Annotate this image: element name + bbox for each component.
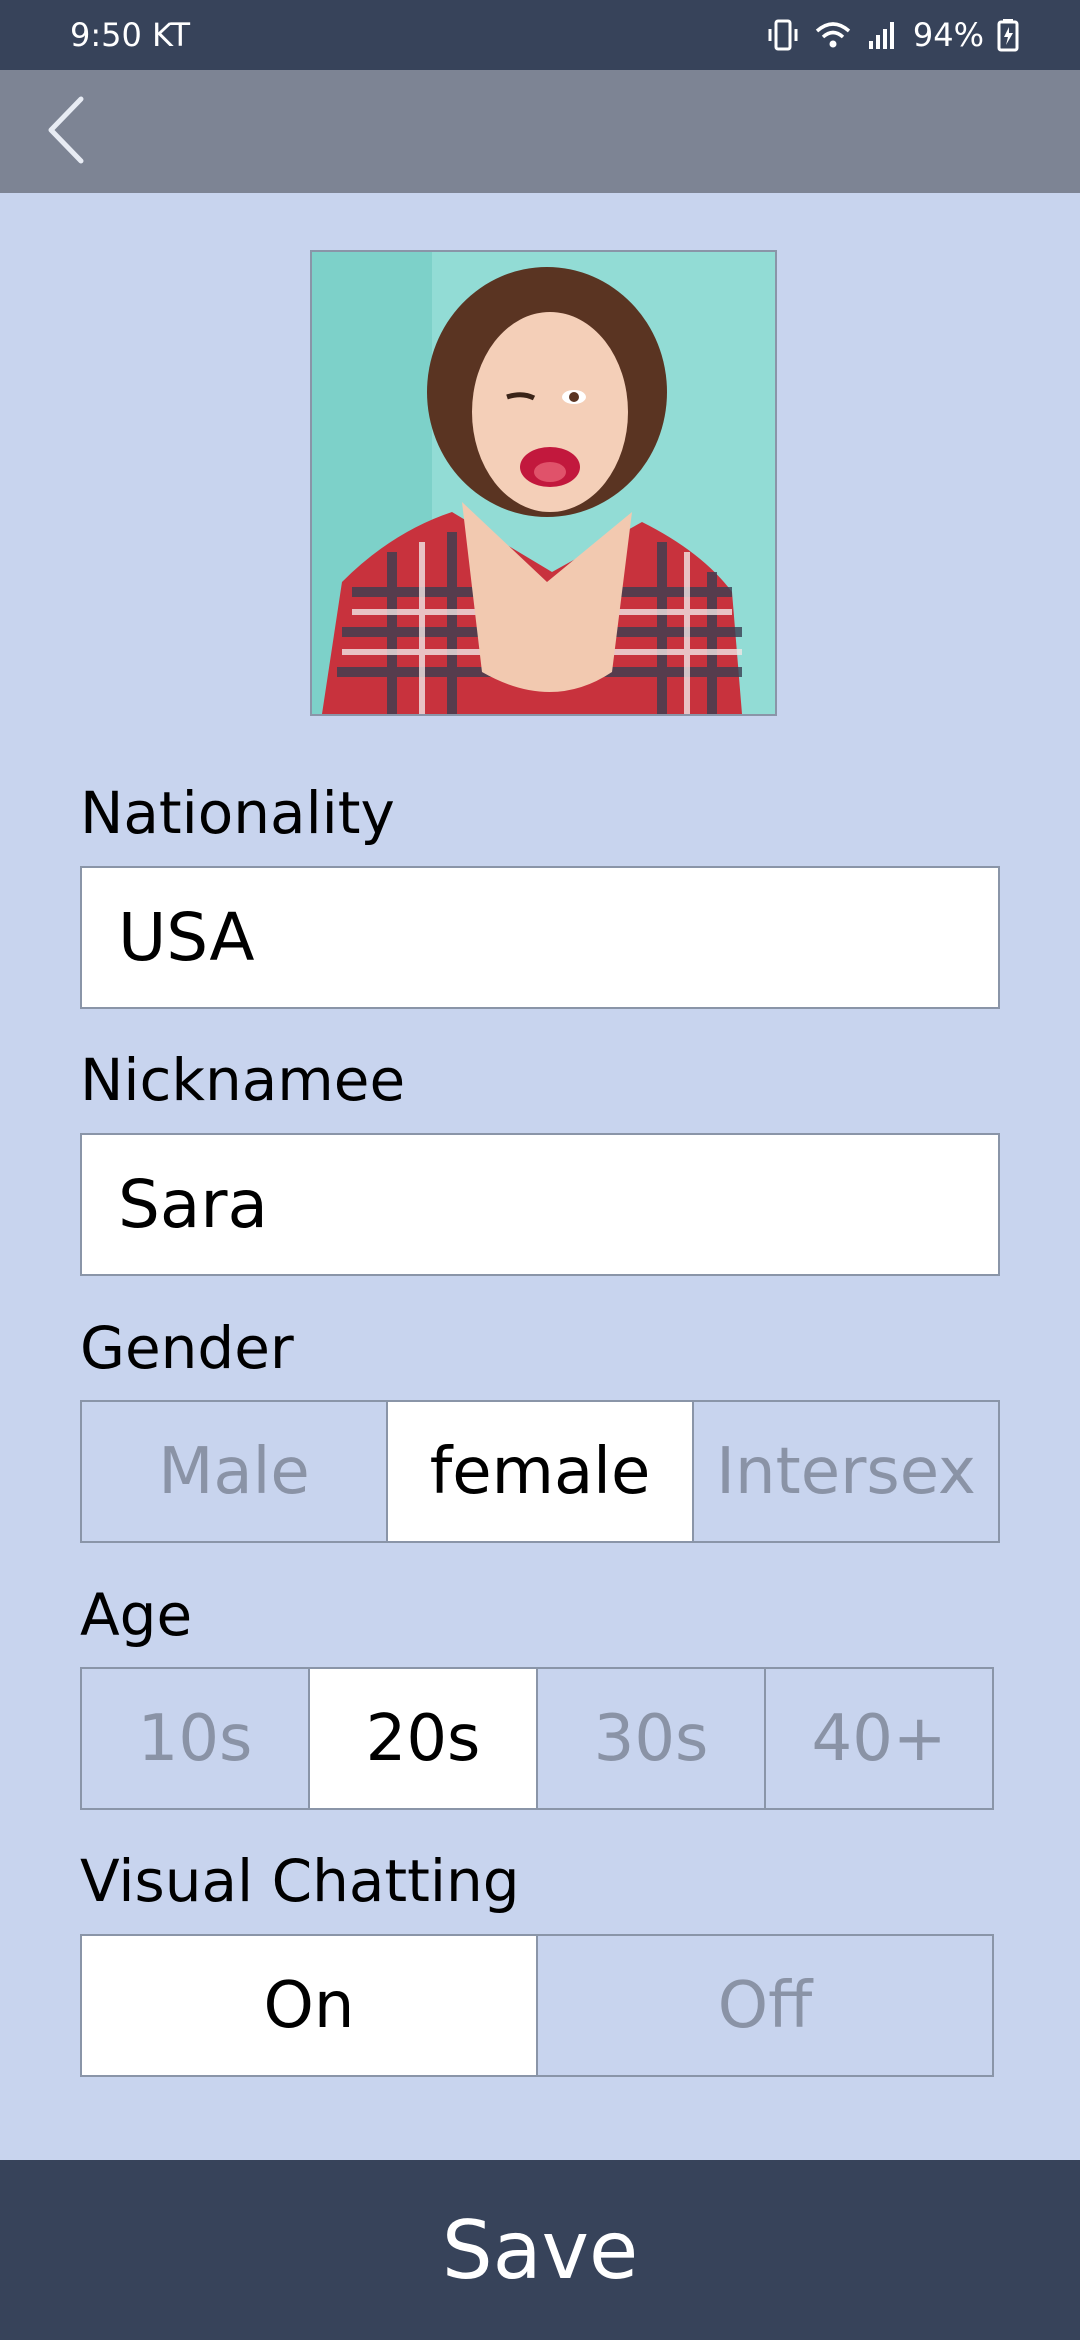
- age-option-20s[interactable]: 20s: [310, 1669, 538, 1808]
- gender-option-female[interactable]: female: [388, 1402, 694, 1541]
- age-selector: 10s 20s 30s 40+: [80, 1667, 994, 1810]
- status-bar: 9:50 KT 94%: [0, 0, 1080, 70]
- visual-chatting-option-on[interactable]: On: [82, 1936, 538, 2075]
- visual-chatting-option-off[interactable]: Off: [538, 1936, 992, 2075]
- status-time: 9:50 KT: [70, 16, 191, 54]
- nationality-field[interactable]: USA: [80, 866, 1000, 1009]
- profile-photo[interactable]: [310, 250, 777, 716]
- gender-option-intersex[interactable]: Intersex: [694, 1402, 998, 1541]
- back-button[interactable]: [30, 94, 100, 170]
- age-label: Age: [80, 1581, 193, 1649]
- gender-option-male[interactable]: Male: [82, 1402, 388, 1541]
- visual-chatting-selector: On Off: [80, 1934, 994, 2077]
- visual-chatting-label: Visual Chatting: [80, 1847, 520, 1915]
- signal-icon: [865, 17, 901, 53]
- nationality-label: Nationality: [80, 779, 395, 847]
- profile-photo-image: [312, 252, 775, 714]
- wifi-icon: [813, 17, 853, 53]
- chevron-left-icon: [43, 95, 87, 169]
- nickname-field[interactable]: Sara: [80, 1133, 1000, 1276]
- status-icons: 94%: [765, 16, 1020, 54]
- battery-percent: 94%: [912, 16, 984, 54]
- battery-charging-icon: [996, 17, 1020, 53]
- age-option-30s[interactable]: 30s: [538, 1669, 766, 1808]
- app-bar: [0, 70, 1080, 193]
- nickname-label: Nicknamee: [80, 1046, 406, 1114]
- save-button[interactable]: Save: [0, 2160, 1080, 2340]
- age-option-10s[interactable]: 10s: [82, 1669, 310, 1808]
- gender-label: Gender: [80, 1314, 294, 1382]
- vibrate-icon: [765, 17, 801, 53]
- age-option-40plus[interactable]: 40+: [766, 1669, 992, 1808]
- gender-selector: Male female Intersex: [80, 1400, 1000, 1543]
